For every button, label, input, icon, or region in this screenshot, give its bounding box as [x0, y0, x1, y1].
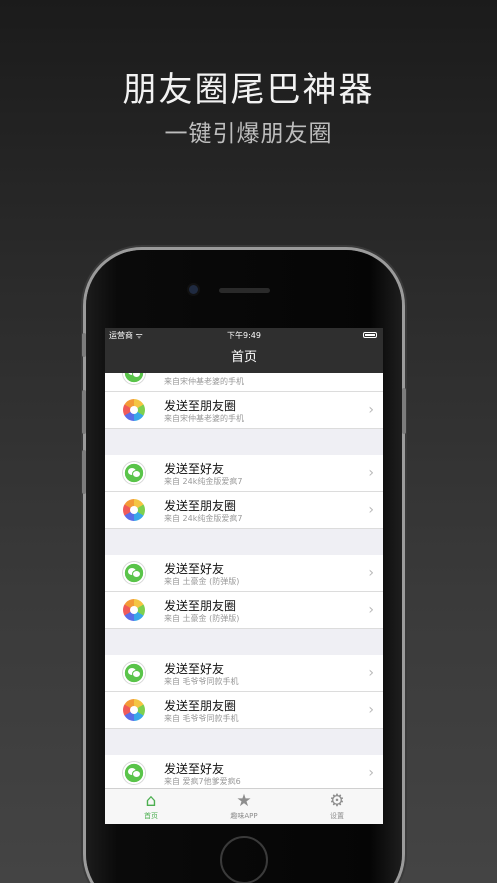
chevron-right-icon: ›	[368, 465, 374, 481]
status-bar: 运营商 ᯤ 下午9:49	[105, 328, 383, 343]
row-subtitle: 来自宋仲基老婆的手机	[164, 414, 244, 423]
list-item-wechat[interactable]: 发送至好友 来自 毛爷爷同款手机 ›	[105, 655, 383, 692]
list-item-moments[interactable]: 发送至朋友圈 来自 毛爷爷同款手机 ›	[105, 692, 383, 729]
row-title: 发送至朋友圈	[164, 599, 237, 613]
chevron-right-icon: ›	[368, 702, 374, 718]
status-time: 下午9:49	[227, 331, 261, 340]
chevron-right-icon: ›	[368, 602, 374, 618]
wechat-icon	[123, 462, 145, 484]
list-item-moments[interactable]: 发送至朋友圈 来自 24k纯金版爱疯7 ›	[105, 492, 383, 529]
row-title: 发送至朋友圈	[164, 499, 237, 513]
row-title: 发送至朋友圈	[164, 699, 237, 713]
tab-label: 趣味APP	[230, 812, 258, 820]
chevron-right-icon: ›	[368, 502, 374, 518]
volume-button	[82, 390, 86, 434]
star-icon: ★	[236, 791, 252, 811]
tab-label: 设置	[330, 812, 344, 820]
promo-headline: 朋友圈尾巴神器	[122, 70, 375, 110]
promo-subline: 一键引爆朋友圈	[164, 121, 333, 147]
earpiece-speaker	[219, 288, 270, 293]
row-subtitle: 来自 毛爷爷同款手机	[164, 677, 239, 686]
row-title: 发送至好友	[164, 462, 225, 476]
row-subtitle: 来自宋仲基老婆的手机	[164, 377, 244, 386]
row-title: 发送至好友	[164, 762, 225, 776]
chevron-right-icon: ›	[368, 565, 374, 581]
moments-icon	[123, 599, 145, 621]
battery-icon	[363, 332, 377, 338]
chevron-right-icon: ›	[368, 665, 374, 681]
list-item-wechat[interactable]: 来自宋仲基老婆的手机	[105, 373, 383, 392]
list-item-wechat[interactable]: 发送至好友 来自 爱疯7他爹爱疯6 ›	[105, 755, 383, 788]
row-subtitle: 来自 爱疯7他爹爱疯6	[164, 777, 241, 786]
chevron-right-icon: ›	[368, 765, 374, 781]
row-title: 发送至好友	[164, 562, 225, 576]
list-item-wechat[interactable]: 发送至好友 来自 24k纯金版爱疯7 ›	[105, 455, 383, 492]
chevron-right-icon: ›	[368, 402, 374, 418]
phone-screen: 运营商 ᯤ 下午9:49 首页 来自宋仲基老婆的手机 发送至朋友圈 来自宋仲基老…	[105, 328, 383, 824]
row-subtitle: 来自 24k纯金版爱疯7	[164, 477, 243, 486]
volume-up-button	[82, 333, 86, 357]
tab-fun-apps[interactable]: ★ 趣味APP	[198, 791, 290, 821]
share-list[interactable]: 来自宋仲基老婆的手机 发送至朋友圈 来自宋仲基老婆的手机 › 发送至好友 来自 …	[105, 373, 383, 788]
moments-icon	[123, 399, 145, 421]
front-camera	[189, 285, 198, 294]
row-title: 发送至朋友圈	[164, 399, 237, 413]
volume-down-button	[82, 450, 86, 494]
list-item-wechat[interactable]: 发送至好友 来自 土豪金 (防弹版) ›	[105, 555, 383, 592]
wechat-icon	[123, 562, 145, 584]
power-button	[402, 388, 406, 434]
list-item-moments[interactable]: 发送至朋友圈 来自宋仲基老婆的手机 ›	[105, 392, 383, 429]
home-button[interactable]	[220, 836, 268, 883]
list-item-moments[interactable]: 发送至朋友圈 来自 土豪金 (防弹版) ›	[105, 592, 383, 629]
wechat-icon	[123, 762, 145, 784]
home-icon: ⌂	[145, 791, 157, 811]
moments-icon	[123, 699, 145, 721]
navigation-bar: 首页	[105, 343, 383, 373]
page-title: 首页	[230, 350, 257, 365]
tab-label: 首页	[144, 812, 158, 820]
tab-bar: ⌂ 首页 ★ 趣味APP ⚙ 设置	[105, 788, 383, 824]
row-subtitle: 来自 24k纯金版爱疯7	[164, 514, 243, 523]
tab-home[interactable]: ⌂ 首页	[105, 791, 197, 821]
row-subtitle: 来自 毛爷爷同款手机	[164, 714, 239, 723]
row-title: 发送至好友	[164, 662, 225, 676]
row-subtitle: 来自 土豪金 (防弹版)	[164, 577, 240, 586]
wechat-icon	[123, 662, 145, 684]
wechat-icon	[123, 373, 145, 384]
tab-settings[interactable]: ⚙ 设置	[291, 791, 383, 821]
gear-icon: ⚙	[329, 791, 345, 811]
moments-icon	[123, 499, 145, 521]
row-subtitle: 来自 土豪金 (防弹版)	[164, 614, 240, 623]
